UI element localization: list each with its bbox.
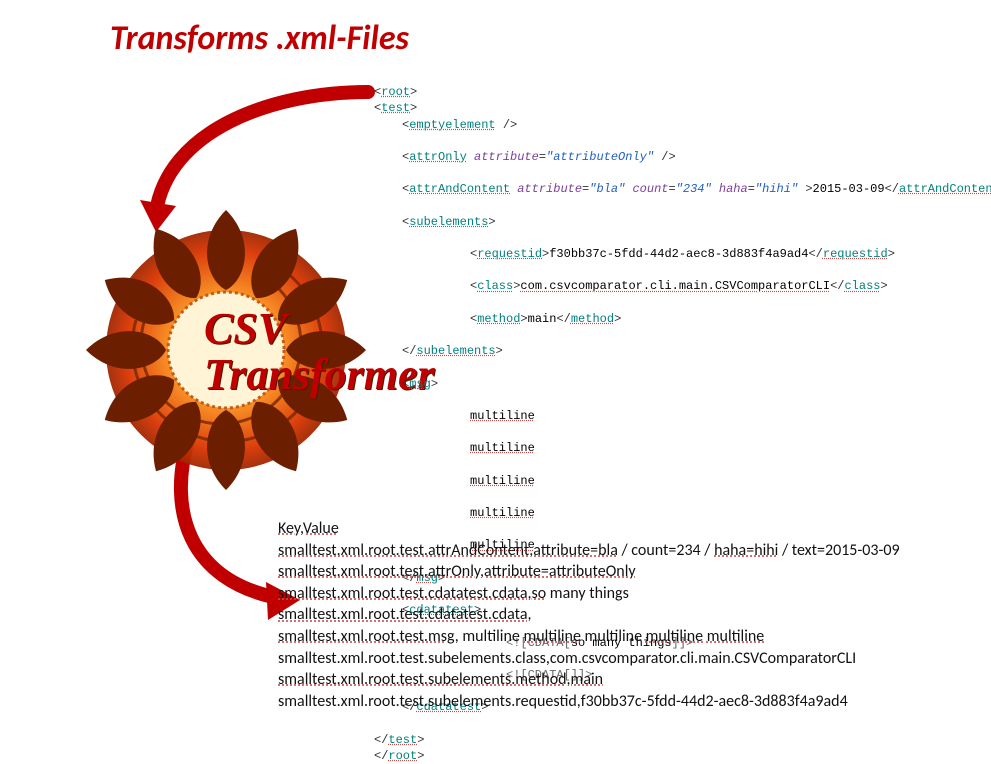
xml-attr-val: 234: [683, 182, 705, 196]
csv-row: smalltest.xml.root.test.subelements.requ…: [278, 692, 848, 711]
xml-text: main: [528, 312, 557, 326]
xml-tag-close: requestid: [823, 247, 888, 261]
xml-tag-msg: msg: [409, 377, 431, 391]
xml-tag-close: root: [388, 749, 417, 763]
csv-text: / text=2015-03-09: [778, 541, 899, 560]
xml-text: f30bb37c-5fdd-44d2-aec8-3d883f4a9ad4: [549, 247, 808, 261]
xml-tag-sub: subelements: [409, 215, 488, 229]
xml-tag-class: class: [477, 279, 513, 293]
xml-attr-name: haha: [719, 182, 748, 196]
xml-tag-attronly: attrOnly: [409, 150, 467, 164]
xml-tag-empty: emptyelement: [409, 118, 495, 132]
xml-attr-name: attribute: [474, 150, 539, 164]
xml-attr-name: count: [632, 182, 668, 196]
logo-line1: CSV: [204, 304, 287, 353]
xml-text-multiline: multiline: [470, 409, 535, 423]
xml-tag-requestid: requestid: [477, 247, 542, 261]
xml-attr-val: bla: [596, 182, 618, 196]
csv-text: haha=hihi: [714, 541, 778, 560]
xml-text-multiline: multiline: [470, 474, 535, 488]
page-title: Transforms .xml-Files: [110, 18, 409, 59]
csv-text: multiline: [707, 627, 764, 646]
csv-text: multiline: [523, 627, 580, 646]
csv-text: many things: [546, 584, 629, 603]
xml-tag-test: test: [381, 101, 410, 115]
csv-row: smalltest.xml.root.test.subelements.clas…: [278, 649, 856, 668]
xml-tag-close: attrAndContent: [899, 182, 991, 196]
csv-row: smalltest.xml.root.test.attrOnly,attribu…: [278, 562, 636, 581]
xml-attr-val: attributeOnly: [553, 150, 647, 164]
xml-tag-close: test: [388, 733, 417, 747]
xml-text: com.csvcomparator.cli.main.CSVComparator…: [520, 279, 830, 293]
csv-header: Key,Value: [278, 519, 339, 538]
csv-row: smalltest.xml.root.test.cdatatest.cdata,: [278, 605, 531, 624]
xml-tag-aac: attrAndContent: [409, 182, 510, 196]
csv-output-snippet: Key,Value smalltest.xml.root.test.attrAn…: [278, 518, 958, 712]
xml-attr-name: attribute: [517, 182, 582, 196]
xml-text-multiline: multiline: [470, 441, 535, 455]
csv-row: smalltest.xml.root.test.msg: [278, 627, 455, 646]
csv-row: smalltest.xml.root.test.subelements.meth…: [278, 670, 603, 689]
csv-text: / count=234 /: [618, 541, 714, 560]
csv-row: smalltest.xml.root.test.cdatatest.cdata,…: [278, 584, 546, 603]
csv-text: multiline: [581, 627, 646, 646]
xml-tag-root: root: [381, 85, 410, 99]
csv-text: multiline: [646, 627, 703, 646]
xml-tag-close: method: [571, 312, 614, 326]
csv-text: , multiline: [455, 627, 524, 646]
csv-transformer-logo: CSV Transformer: [76, 200, 396, 500]
xml-tag-close: subelements: [416, 344, 495, 358]
csv-row: smalltest.xml.root.test.attrAndContent,a…: [278, 541, 618, 560]
xml-attr-val: hihi: [762, 182, 791, 196]
xml-tag-close: class: [844, 279, 880, 293]
xml-text: 2015-03-09: [813, 182, 885, 196]
xml-tag-method: method: [477, 312, 520, 326]
